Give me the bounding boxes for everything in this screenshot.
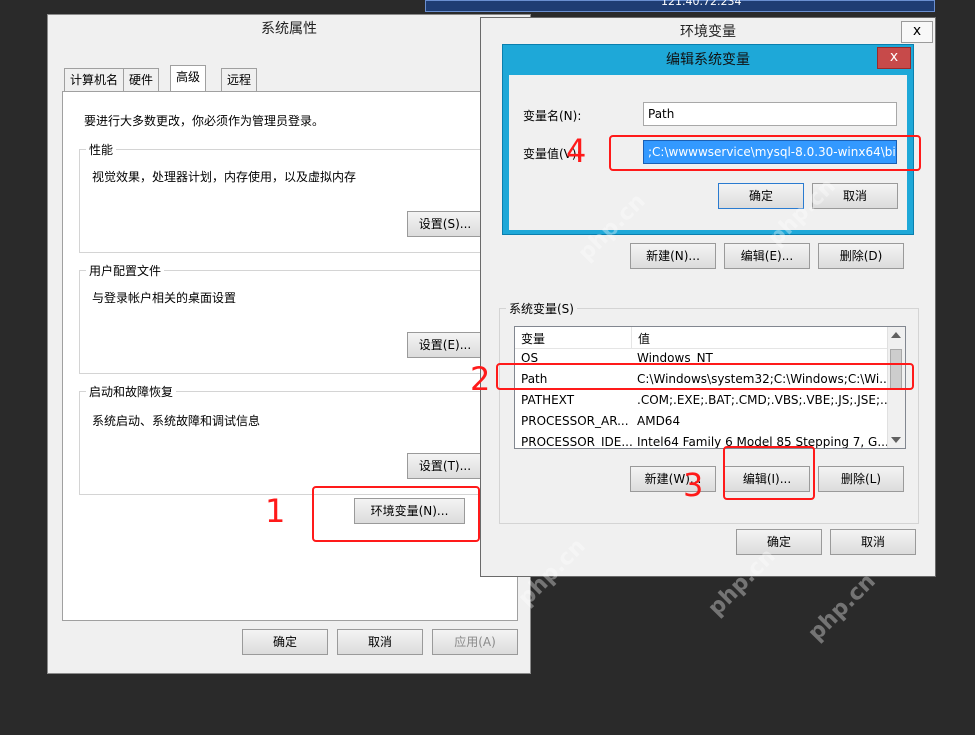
user-profile-desc: 与登录帐户相关的桌面设置: [92, 291, 237, 305]
env-cancel-button[interactable]: 取消: [830, 529, 916, 555]
env-ok-button[interactable]: 确定: [736, 529, 822, 555]
remote-session-bar: 121.40.72.234: [425, 0, 935, 12]
system-properties-window: 系统属性 计算机名 硬件 高级 远程 要进行大多数更改，你必须作为管理员登录。 …: [47, 14, 531, 674]
sys-props-ok-button[interactable]: 确定: [242, 629, 328, 655]
edit-variable-title: 编辑系统变量: [666, 52, 750, 68]
scroll-down-icon[interactable]: [891, 437, 901, 443]
performance-group-title: 性能: [86, 141, 117, 158]
annotation-number-1: 1: [265, 492, 286, 530]
watermark: php.cn: [803, 568, 881, 647]
performance-settings-button[interactable]: 设置(S)...: [407, 211, 483, 237]
annotation-number-4: 4: [566, 132, 587, 170]
startup-recovery-group-title: 启动和故障恢复: [86, 383, 177, 400]
row-value: AMD64: [637, 414, 681, 428]
sys-var-delete-button[interactable]: 删除(L): [818, 466, 904, 492]
user-profile-settings-button[interactable]: 设置(E)...: [407, 332, 483, 358]
startup-recovery-desc: 系统启动、系统故障和调试信息: [92, 414, 261, 428]
admin-note: 要进行大多数更改，你必须作为管理员登录。: [84, 114, 325, 128]
user-profile-group: 用户配置文件 与登录帐户相关的桌面设置 设置(E)...: [79, 262, 503, 374]
user-var-edit-button[interactable]: 编辑(E)...: [724, 243, 810, 269]
system-variables-group: 系统变量(S) 变量 值 OS Windows_NT Path C:\Windo…: [499, 300, 919, 524]
system-variables-group-title: 系统变量(S): [506, 300, 577, 317]
row-variable: PROCESSOR_AR...: [521, 414, 629, 428]
sys-props-apply-button[interactable]: 应用(A): [432, 629, 518, 655]
system-properties-title: 系统属性: [261, 21, 317, 37]
column-divider: [631, 327, 632, 348]
annotation-box-value-field: [609, 135, 921, 171]
list-header: 变量 值: [515, 327, 887, 349]
column-header-value[interactable]: 值: [638, 330, 650, 347]
row-variable: PATHEXT: [521, 393, 575, 407]
performance-group: 性能 视觉效果，处理器计划，内存使用，以及虚拟内存 设置(S)...: [79, 141, 503, 253]
row-value: .COM;.EXE;.BAT;.CMD;.VBS;.VBE;.JS;.JSE;.…: [637, 393, 887, 407]
tab-hardware[interactable]: 硬件: [123, 68, 160, 91]
table-row[interactable]: PATHEXT .COM;.EXE;.BAT;.CMD;.VBS;.VBE;.J…: [515, 390, 887, 411]
variable-name-label: 变量名(N):: [523, 109, 582, 123]
table-row[interactable]: PROCESSOR_IDE... Intel64 Family 6 Model …: [515, 432, 887, 449]
user-profile-group-title: 用户配置文件: [86, 262, 165, 279]
user-var-delete-button[interactable]: 删除(D): [818, 243, 904, 269]
variable-name-input[interactable]: Path: [643, 102, 897, 126]
startup-recovery-group: 启动和故障恢复 系统启动、系统故障和调试信息 设置(T)...: [79, 383, 503, 495]
annotation-box-path-row: [496, 363, 914, 390]
annotation-number-3: 3: [683, 466, 704, 504]
environment-variables-title: 环境变量: [680, 24, 736, 40]
column-header-variable[interactable]: 变量: [521, 330, 545, 347]
remote-ip: 121.40.72.234: [661, 0, 742, 8]
edit-close-icon[interactable]: x: [877, 47, 911, 69]
tab-computer-name[interactable]: 计算机名: [64, 68, 125, 91]
performance-desc: 视觉效果，处理器计划，内存使用，以及虚拟内存: [92, 170, 357, 184]
annotation-box-env-button: [312, 486, 480, 542]
user-var-new-button[interactable]: 新建(N)...: [630, 243, 716, 269]
env-close-icon[interactable]: x: [901, 21, 933, 43]
annotation-box-edit-button: [723, 446, 815, 500]
table-row[interactable]: PROCESSOR_AR... AMD64: [515, 411, 887, 432]
scroll-up-icon[interactable]: [891, 332, 901, 338]
row-variable: PROCESSOR_IDE...: [521, 435, 633, 449]
tab-remote[interactable]: 远程: [221, 68, 258, 91]
tab-advanced[interactable]: 高级: [170, 65, 207, 92]
startup-recovery-settings-button[interactable]: 设置(T)...: [407, 453, 483, 479]
sys-props-cancel-button[interactable]: 取消: [337, 629, 423, 655]
annotation-number-2: 2: [470, 360, 491, 398]
